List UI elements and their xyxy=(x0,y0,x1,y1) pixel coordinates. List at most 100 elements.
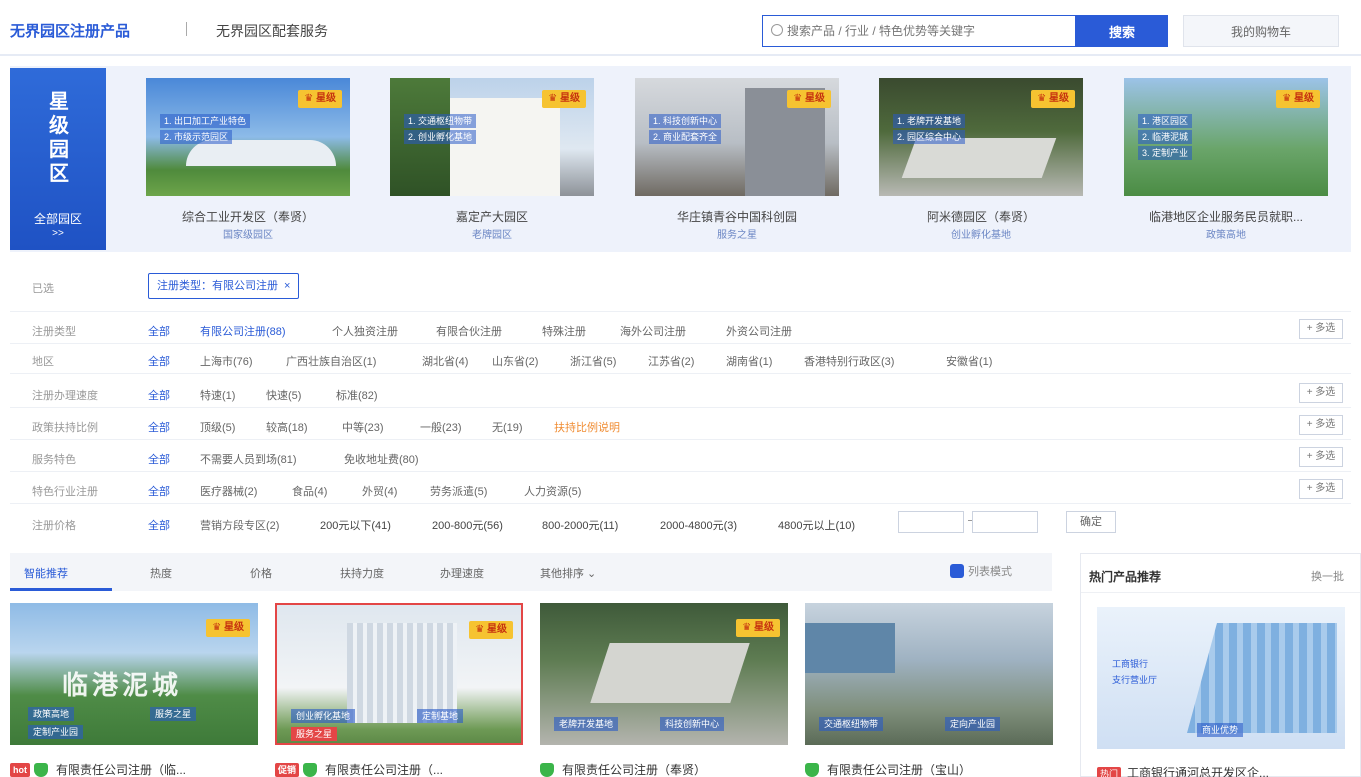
filter-all[interactable]: 全部 xyxy=(148,451,170,467)
park-name[interactable]: 综合工业开发区（奉贤） xyxy=(146,208,350,225)
park-name[interactable]: 临港地区企业服务民员就职... xyxy=(1124,208,1328,225)
multi-select-button[interactable]: + 多选 xyxy=(1299,383,1343,403)
product-card[interactable]: ♛ 星级 临港泥城 政策高地 服务之星 定制产业园 hot 有限责任公司注册（临.… xyxy=(10,603,258,777)
filter-option[interactable]: 2000-4800元(3) xyxy=(660,517,737,533)
filter-option[interactable]: 山东省(2) xyxy=(492,353,538,369)
filter-option[interactable]: 不需要人员到场(81) xyxy=(200,451,297,467)
filter-option[interactable]: 湖北省(4) xyxy=(422,353,468,369)
max-price-input[interactable] xyxy=(972,511,1038,533)
product-title[interactable]: hot 有限责任公司注册（临... xyxy=(10,761,270,777)
filter-option[interactable]: 有限公司注册(88) xyxy=(200,323,286,339)
search-button[interactable]: 搜索 xyxy=(1076,15,1168,47)
filter-option[interactable]: 浙江省(5) xyxy=(570,353,616,369)
filter-option[interactable]: 上海市(76) xyxy=(200,353,253,369)
search-input[interactable] xyxy=(787,20,1067,42)
filter-all[interactable]: 全部 xyxy=(148,387,170,403)
filter-option[interactable]: 安徽省(1) xyxy=(946,353,992,369)
refresh-batch-button[interactable]: 换一批 xyxy=(1311,568,1344,584)
park-image: ♛ 星级 1. 老牌开发基地 2. 园区综合中心 xyxy=(879,78,1083,196)
filter-option[interactable]: 外资公司注册 xyxy=(726,323,792,339)
filter-option[interactable]: 特殊注册 xyxy=(542,323,586,339)
filter-option[interactable]: 食品(4) xyxy=(292,483,327,499)
product-title[interactable]: 有限责任公司注册（宝山） xyxy=(805,761,1065,777)
park-feature-tag: 1. 港区园区 xyxy=(1138,114,1193,128)
park-name[interactable]: 华庄镇青谷中国科创园 xyxy=(635,208,839,225)
building-illustration xyxy=(1187,623,1337,733)
multi-select-button[interactable]: + 多选 xyxy=(1299,479,1343,499)
filter-option[interactable]: 中等(23) xyxy=(342,419,384,435)
filter-all[interactable]: 全部 xyxy=(148,353,170,369)
filter-option[interactable]: 湖南省(1) xyxy=(726,353,772,369)
list-mode-toggle[interactable]: 列表模式 xyxy=(950,563,1012,579)
park-card[interactable]: ♛ 星级 1. 老牌开发基地 2. 园区综合中心 阿米德园区（奉贤） 创业孵化基… xyxy=(879,78,1083,241)
hot-product-image[interactable]: 工商银行 支行营业厅 商业优势 xyxy=(1097,607,1345,749)
filter-option[interactable]: 香港特别行政区(3) xyxy=(804,353,894,369)
filter-option[interactable]: 外贸(4) xyxy=(362,483,397,499)
filter-all[interactable]: 全部 xyxy=(148,483,170,499)
sort-price[interactable]: 价格 xyxy=(250,565,272,581)
product-card[interactable]: ♛ 星级 创业孵化基地 服务之星 定制基地 促销 有限责任公司注册（... xyxy=(275,603,523,777)
product-title[interactable]: 有限责任公司注册（奉贤） xyxy=(540,761,800,777)
filter-option[interactable]: 快速(5) xyxy=(266,387,301,403)
filter-option[interactable]: 较高(18) xyxy=(266,419,308,435)
park-card[interactable]: ♛ 星级 1. 出口加工产业特色 2. 市级示范园区 综合工业开发区（奉贤） 国… xyxy=(146,78,350,241)
service-link[interactable]: 无界园区配套服务 xyxy=(216,21,328,41)
sort-popularity[interactable]: 热度 xyxy=(150,565,172,581)
filter-option[interactable]: 医疗器械(2) xyxy=(200,483,257,499)
filter-option[interactable]: 200-800元(56) xyxy=(432,517,503,533)
sort-smart[interactable]: 智能推荐 xyxy=(24,565,68,581)
filter-option[interactable]: 200元以下(41) xyxy=(320,517,391,533)
selected-filter-chip[interactable]: 注册类型：有限公司注册 × xyxy=(148,273,300,299)
park-image: ♛ 星级 1. 出口加工产业特色 2. 市级示范园区 xyxy=(146,78,350,196)
price-confirm-button[interactable]: 确定 xyxy=(1066,511,1116,533)
filter-option[interactable]: 有限合伙注册 xyxy=(436,323,502,339)
filter-option[interactable]: 人力资源(5) xyxy=(524,483,581,499)
policy-help-link[interactable]: 扶持比例说明 xyxy=(554,419,620,435)
filter-label: 服务特色 xyxy=(32,454,76,466)
filter-panel: 已选 注册类型：有限公司注册 × 注册类型 全部 有限公司注册(88) 个人独资注… xyxy=(10,262,1351,540)
product-card[interactable]: ♛ 星级 老牌开发基地 科技创新中心 有限责任公司注册（奉贤） xyxy=(540,603,788,777)
all-parks-arrow[interactable]: >> xyxy=(10,228,106,239)
park-feature-tag: 1. 出口加工产业特色 xyxy=(160,114,251,128)
multi-select-button[interactable]: + 多选 xyxy=(1299,447,1343,467)
filter-option[interactable]: 江苏省(2) xyxy=(648,353,694,369)
filter-option[interactable]: 个人独资注册 xyxy=(332,323,398,339)
product-title[interactable]: 促销 有限责任公司注册（... xyxy=(275,761,535,777)
filter-option[interactable]: 特速(1) xyxy=(200,387,235,403)
star-parks-panel[interactable]: 星级园区 全部园区 >> xyxy=(10,68,106,250)
min-price-input[interactable] xyxy=(898,511,964,533)
all-parks-link[interactable]: 全部园区 xyxy=(10,210,106,227)
filter-option[interactable]: 标准(82) xyxy=(336,387,378,403)
filter-all[interactable]: 全部 xyxy=(148,323,170,339)
brand-title[interactable]: 无界园区注册产品 xyxy=(10,20,130,41)
chip-label: 注册类型：有限公司注册 xyxy=(157,280,278,292)
multi-select-button[interactable]: + 多选 xyxy=(1299,319,1343,339)
filter-all[interactable]: 全部 xyxy=(148,419,170,435)
hot-product-title[interactable]: 热门 工商银行通河总开发区企... xyxy=(1097,764,1269,777)
park-subtitle: 政策高地 xyxy=(1206,230,1246,241)
park-image: ♛ 星级 1. 科技创新中心 2. 商业配套齐全 xyxy=(635,78,839,196)
sort-support[interactable]: 扶持力度 xyxy=(340,565,384,581)
close-icon[interactable]: × xyxy=(284,280,290,292)
multi-select-button[interactable]: + 多选 xyxy=(1299,415,1343,435)
filter-option[interactable]: 免收地址费(80) xyxy=(344,451,419,467)
park-name[interactable]: 嘉定产大园区 xyxy=(390,208,594,225)
filter-option[interactable]: 海外公司注册 xyxy=(620,323,686,339)
filter-option[interactable]: 顶级(5) xyxy=(200,419,235,435)
filter-all[interactable]: 全部 xyxy=(148,517,170,533)
filter-option[interactable]: 劳务派遣(5) xyxy=(430,483,487,499)
filter-option[interactable]: 一般(23) xyxy=(420,419,462,435)
park-card[interactable]: ♛ 星级 1. 港区园区 2. 临港泥城 3. 定制产业 临港地区企业服务民员就… xyxy=(1124,78,1328,241)
product-card[interactable]: 交通枢纽物带 定向产业园 有限责任公司注册（宝山） xyxy=(805,603,1053,777)
sort-speed[interactable]: 办理速度 xyxy=(440,565,484,581)
park-card[interactable]: ♛ 星级 1. 科技创新中心 2. 商业配套齐全 华庄镇青谷中国科创园 服务之星 xyxy=(635,78,839,241)
filter-option[interactable]: 800-2000元(11) xyxy=(542,517,618,533)
park-name[interactable]: 阿米德园区（奉贤） xyxy=(879,208,1083,225)
cart-button[interactable]: 我的购物车 xyxy=(1183,15,1339,47)
filter-option[interactable]: 4800元以上(10) xyxy=(778,517,855,533)
filter-option[interactable]: 营销方段专区(2) xyxy=(200,517,279,533)
park-card[interactable]: ♛ 星级 1. 交通枢纽物带 2. 创业孵化基地 嘉定产大园区 老牌园区 xyxy=(390,78,594,241)
filter-option[interactable]: 广西壮族自治区(1) xyxy=(286,353,376,369)
sort-other-dropdown[interactable]: 其他排序 ⌄ xyxy=(540,565,596,581)
filter-option[interactable]: 无(19) xyxy=(492,419,523,435)
